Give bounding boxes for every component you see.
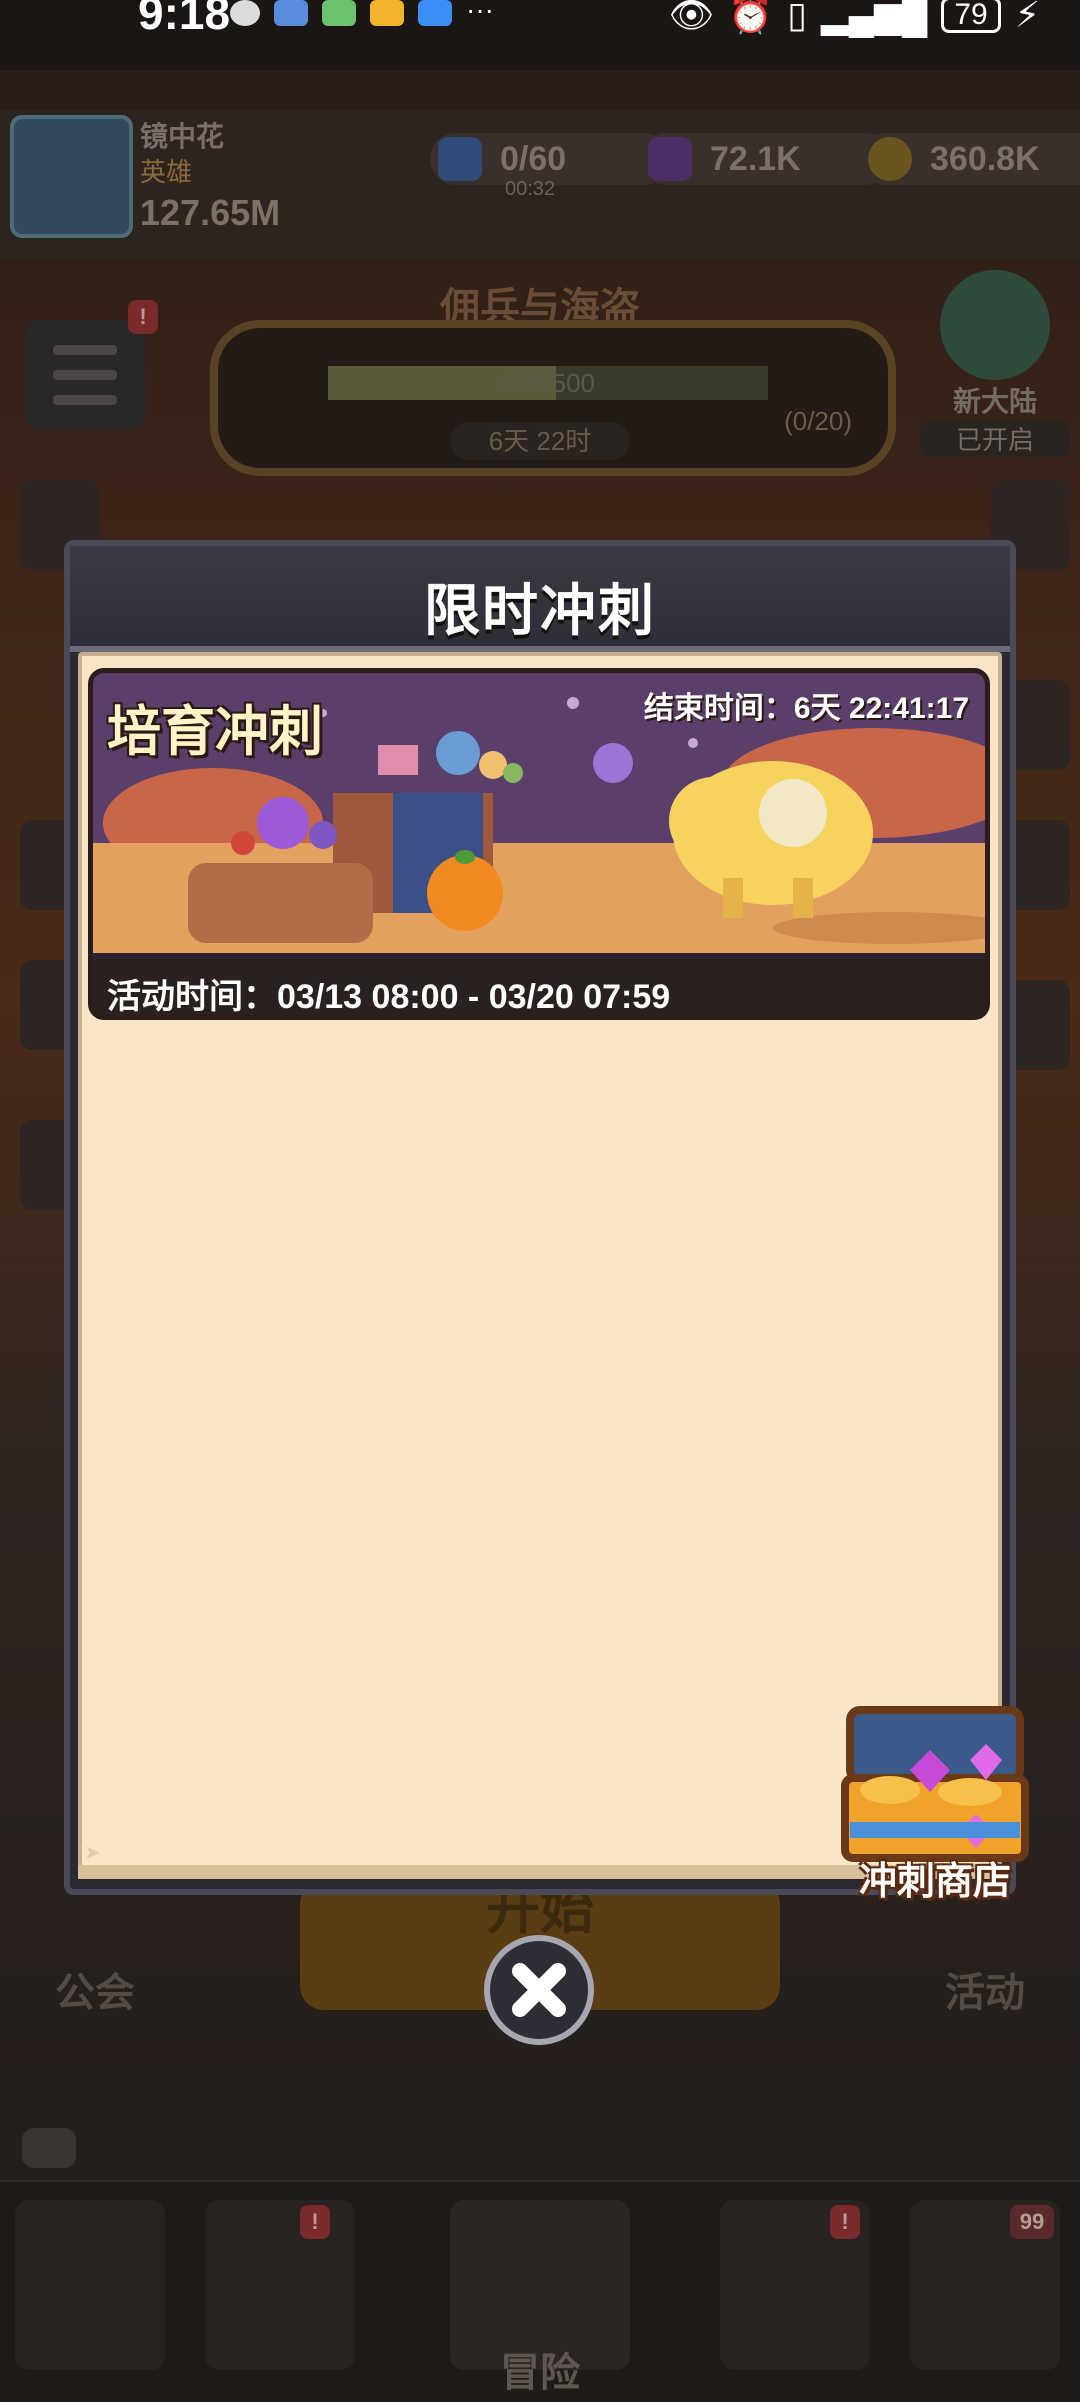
app-icon	[322, 0, 356, 26]
alert-badge: !	[128, 300, 158, 334]
activity-label[interactable]: 活动	[945, 1960, 1025, 2018]
nav-badge: !	[830, 2205, 860, 2239]
modal-title: 限时冲刺	[424, 579, 656, 642]
event-timer: 6天 22时	[450, 422, 630, 460]
new-continent-status: 已开启	[920, 420, 1070, 457]
gold-icon	[868, 137, 912, 181]
player-name: 镜中花	[140, 121, 225, 152]
menu-icon	[53, 370, 117, 380]
corner-arrow-icon: ➤	[84, 1842, 101, 1864]
chat-icon	[230, 0, 260, 26]
energy-timer: 00:32	[505, 178, 556, 200]
event-progress-text: 259/500	[501, 368, 595, 398]
menu-icon	[53, 395, 117, 405]
app-icon	[370, 0, 404, 26]
app-icon	[274, 0, 308, 26]
modal-header: 限时冲刺	[70, 546, 1010, 652]
player-power: 127.65M	[140, 192, 281, 233]
status-time: 9:18	[138, 0, 231, 39]
chat-icon[interactable]	[22, 2128, 76, 2168]
eye-icon: 👁	[668, 0, 715, 35]
close-button[interactable]	[484, 1935, 594, 2045]
signal-icon: ▂▄▆█	[820, 0, 928, 35]
event-card-time-bar: 活动时间：03/13 08:00 - 03/20 07:59	[93, 959, 985, 1016]
status-bar: 9:18 ··· 👁 ⏰ ▯ ▂▄▆█ 79 ⚡	[0, 0, 1080, 70]
limited-sprint-modal: 限时冲刺 ➤ 培育冲刺 结束时间：6天 22:41:17 活动时间：03/13 …	[64, 540, 1016, 1895]
event-card-end-time: 结束时间：6天 22:41:17	[643, 692, 969, 725]
menu-button[interactable]	[25, 320, 145, 430]
event-progress-extra: (0/20)	[784, 406, 852, 436]
gold-value: 360.8K	[930, 140, 1040, 178]
energy-value: 0/60	[500, 140, 567, 178]
new-continent-label: 新大陆	[952, 386, 1037, 417]
alarm-icon: ⏰	[728, 0, 774, 35]
guild-label[interactable]: 公会	[55, 1960, 135, 2018]
player-rank: 英雄	[140, 157, 193, 187]
battery-indicator: 79	[941, 0, 1001, 33]
menu-icon	[53, 345, 117, 355]
event-card-breeding-sprint[interactable]: 培育冲刺 结束时间：6天 22:41:17 活动时间：03/13 08:00 -…	[88, 668, 990, 1020]
more-icon: ···	[466, 0, 494, 25]
nav-badge: !	[300, 2205, 330, 2239]
sprint-shop-button[interactable]: 冲刺商店	[830, 1700, 1040, 1903]
close-icon	[512, 1963, 566, 2017]
adventure-label: 冒险	[500, 2351, 580, 2395]
status-right: 👁 ⏰ ▯ ▂▄▆█ 79 ⚡	[669, 0, 1040, 36]
app-icon	[418, 0, 452, 26]
gem-icon	[648, 137, 692, 181]
new-continent-button[interactable]: 新大陆 已开启	[920, 270, 1070, 457]
event-card-activity-time: 活动时间：03/13 08:00 - 03/20 07:59	[107, 978, 671, 1016]
vibrate-icon: ▯	[787, 0, 807, 35]
event-card-name: 培育冲刺	[107, 702, 323, 762]
gold-counter[interactable]: 360.8K	[860, 133, 1080, 185]
gem-value: 72.1K	[710, 140, 801, 178]
energy-icon	[438, 137, 482, 181]
avatar[interactable]	[10, 115, 133, 238]
charging-icon: ⚡	[1014, 0, 1040, 35]
treasure-chest-icon	[841, 1706, 1029, 1862]
gem-counter[interactable]: 72.1K	[640, 133, 890, 185]
sprint-shop-label: 冲刺商店	[858, 1861, 1011, 1903]
notification-icons: ···	[230, 0, 494, 26]
nav-badge-count: 99	[1010, 2205, 1054, 2239]
event-progress-bar: 259/500	[328, 366, 768, 400]
globe-icon	[940, 270, 1050, 380]
